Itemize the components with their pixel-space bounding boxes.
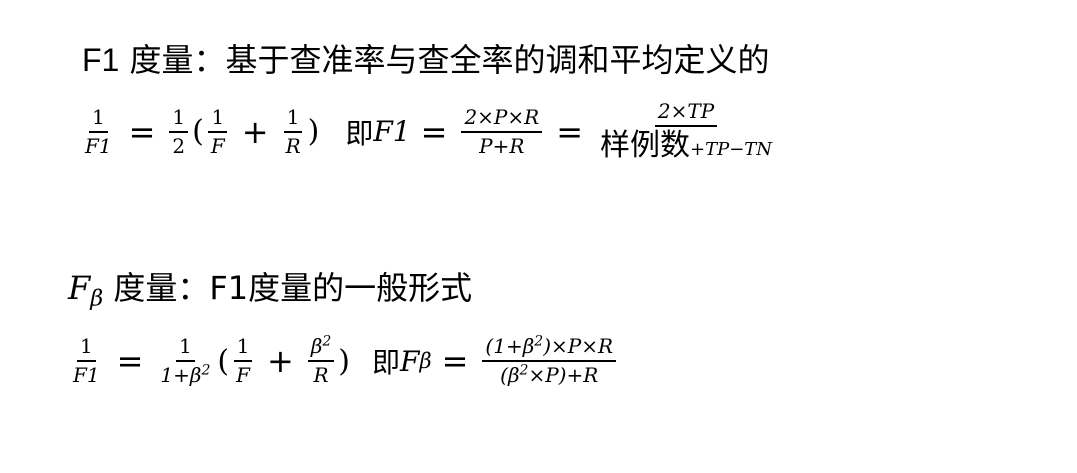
numerator-base: β	[310, 334, 323, 358]
denominator-samples: 样例数	[600, 128, 691, 163]
section2-formula: 1 F1 = 1 1+β2 ( 1 F + β2 R ) 即 Fβ = (1+β…	[66, 333, 620, 387]
denominator: R	[313, 363, 329, 387]
equals-sign: =	[128, 112, 156, 151]
heading-text: 度量：基于查准率与查全率的调和平均定义的	[119, 41, 770, 79]
numerator-part-b: )×P×R	[543, 334, 614, 358]
denominator-base: 1+β	[160, 363, 202, 387]
numerator: (1+β2)×P×R	[482, 333, 617, 362]
heading-beta-subscript: β	[90, 285, 104, 312]
numerator: 1	[88, 105, 108, 133]
denominator: 2	[172, 133, 186, 158]
equals-sign: =	[116, 342, 144, 380]
fraction-1-over-f1: 1 F1	[82, 105, 115, 158]
denominator: F1	[85, 133, 112, 158]
fraction-f-beta-definition: (1+β2)×P×R (β2×P)+R	[482, 333, 617, 387]
fraction-1-over-r: 1 R	[283, 105, 304, 158]
numerator: 1	[283, 105, 303, 133]
numerator: 1	[76, 335, 96, 362]
fraction-2pr-over-p-plus-r: 2×P×R P+R	[461, 105, 543, 158]
denominator: F1	[73, 363, 100, 387]
numerator: 1	[176, 335, 195, 362]
paren-close: )	[307, 114, 320, 150]
numerator: 1	[233, 335, 253, 362]
denominator: F	[210, 133, 225, 158]
denominator: 样例数+TP−TN	[597, 127, 775, 164]
heading-text: 度量：F1度量的一般形式	[103, 269, 473, 307]
plus-sign: +	[267, 342, 294, 380]
ji-label: 即	[345, 116, 374, 150]
section2-heading: Fβ 度量：F1度量的一般形式	[68, 269, 473, 310]
plus-sign: +	[241, 112, 269, 151]
numerator: 2×P×R	[461, 105, 543, 133]
denominator: (β2×P)+R	[497, 362, 601, 387]
paren-open: (	[192, 114, 204, 150]
fraction-1-over-f: 1 F	[208, 105, 228, 158]
denominator: P+R	[479, 133, 525, 158]
numerator-exponent: 2	[534, 333, 544, 350]
equals-sign: =	[420, 112, 448, 151]
equals-sign: =	[441, 342, 469, 380]
denominator: F	[236, 363, 250, 387]
denominator: 1+β2	[157, 362, 213, 387]
denominator-exponent: 2	[201, 362, 211, 379]
paren-open: (	[217, 343, 230, 379]
fraction-1-over-1-plus-beta-sq: 1 1+β2	[157, 335, 213, 387]
numerator: β2	[307, 333, 335, 362]
heading-f1-label: F1	[82, 42, 120, 78]
ji-variable: F	[400, 344, 420, 378]
paren-close: )	[338, 343, 351, 379]
fraction-1-over-f1: 1 F1	[70, 335, 103, 387]
numerator: 1	[208, 105, 228, 133]
numerator-part-a: (1+β	[485, 334, 535, 358]
numerator: 1	[169, 105, 189, 133]
ji-label: 即	[372, 346, 401, 379]
numerator-exponent: 2	[322, 333, 332, 350]
denominator-tp-tn: +TP−TN	[690, 139, 773, 160]
heading-f-beta-var: F	[68, 269, 91, 307]
denominator-part-b: ×P)+R	[528, 363, 599, 387]
fraction-1-over-f: 1 F	[233, 335, 253, 387]
fraction-2tp-over-samples: 2×TP 样例数+TP−TN	[597, 100, 775, 164]
fraction-beta-sq-over-r: β2 R	[307, 333, 335, 387]
ji-variable: F1	[373, 115, 411, 149]
section1-heading: F1 度量：基于查准率与查全率的调和平均定义的	[82, 44, 770, 76]
numerator: 2×TP	[654, 100, 718, 127]
denominator-part-a: (β	[500, 363, 520, 387]
equals-sign: =	[556, 112, 584, 151]
section1-formula: 1 F1 = 1 2 ( 1 F + 1 R ) 即 F1 = 2×P×R P+…	[78, 100, 779, 164]
fraction-half: 1 2	[169, 105, 189, 158]
denominator: R	[285, 133, 301, 158]
